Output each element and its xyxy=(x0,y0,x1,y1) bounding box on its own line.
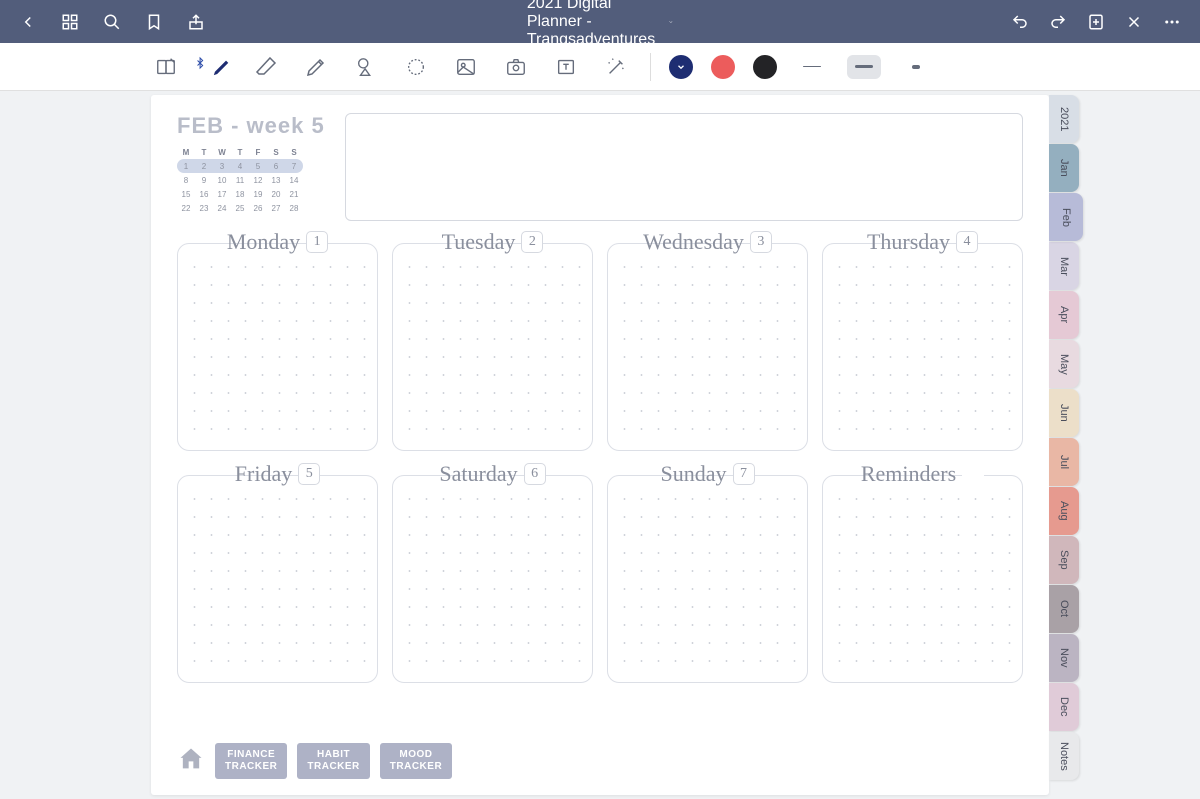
text-tool-icon[interactable] xyxy=(550,51,582,83)
tab-apr[interactable]: Apr xyxy=(1049,291,1079,339)
day-name: Thursday xyxy=(867,229,950,255)
undo-icon[interactable] xyxy=(1010,12,1030,32)
day-card-wednesday[interactable]: Wednesday 3 xyxy=(607,233,808,451)
day-card-saturday[interactable]: Saturday 6 xyxy=(392,465,593,683)
tab-jun[interactable]: Jun xyxy=(1049,389,1079,437)
day-card-thursday[interactable]: Thursday 4 xyxy=(822,233,1023,451)
planner-page: FEB - week 5 MTWTFSS12345678910111213141… xyxy=(151,95,1049,795)
document-title[interactable]: 2021 Digital Planner - Trangsadventures xyxy=(527,0,673,49)
mini-calendar[interactable]: MTWTFSS123456789101112131415161718192021… xyxy=(177,145,325,215)
line-dot[interactable] xyxy=(899,55,933,79)
camera-tool-icon[interactable] xyxy=(500,51,532,83)
home-icon[interactable] xyxy=(177,745,205,778)
side-tabs: 2021JanFebMarAprMayJunJulAugSepOctNovDec… xyxy=(1049,95,1077,781)
day-name: Tuesday xyxy=(442,229,516,255)
day-number: 2 xyxy=(521,231,543,253)
day-name: Reminders xyxy=(861,461,956,487)
day-name: Monday xyxy=(227,229,300,255)
tab-mar[interactable]: Mar xyxy=(1049,242,1079,290)
day-number: 5 xyxy=(298,463,320,485)
toolbar xyxy=(0,43,1200,91)
tab-dec[interactable]: Dec xyxy=(1049,683,1079,731)
tab-may[interactable]: May xyxy=(1049,340,1079,388)
redo-icon[interactable] xyxy=(1048,12,1068,32)
tab-jan[interactable]: Jan xyxy=(1049,144,1079,192)
read-mode-icon[interactable] xyxy=(150,51,182,83)
eraser-tool-icon[interactable] xyxy=(250,51,282,83)
color-blue[interactable] xyxy=(669,55,693,79)
day-number: 6 xyxy=(524,463,546,485)
color-black[interactable] xyxy=(753,55,777,79)
line-medium[interactable] xyxy=(847,55,881,79)
day-name: Saturday xyxy=(439,461,517,487)
day-card-tuesday[interactable]: Tuesday 2 xyxy=(392,233,593,451)
weekly-notes-box[interactable] xyxy=(345,113,1023,221)
search-icon[interactable] xyxy=(102,12,122,32)
tab-sep[interactable]: Sep xyxy=(1049,536,1079,584)
day-card-sunday[interactable]: Sunday 7 xyxy=(607,465,808,683)
wand-tool-icon[interactable] xyxy=(600,51,632,83)
tab-nov[interactable]: Nov xyxy=(1049,634,1079,682)
tracker-finance[interactable]: FINANCETRACKER xyxy=(215,743,287,779)
day-name: Sunday xyxy=(661,461,727,487)
image-tool-icon[interactable] xyxy=(450,51,482,83)
day-number: 4 xyxy=(956,231,978,253)
close-icon[interactable] xyxy=(1124,12,1144,32)
tab-oct[interactable]: Oct xyxy=(1049,585,1079,633)
tab-notes[interactable]: Notes xyxy=(1049,732,1079,780)
more-icon[interactable] xyxy=(1162,12,1182,32)
pen-tool-icon[interactable] xyxy=(200,51,232,83)
grid-icon[interactable] xyxy=(60,12,80,32)
day-number: 1 xyxy=(306,231,328,253)
week-title: FEB - week 5 xyxy=(177,113,325,139)
tab-feb[interactable]: Feb xyxy=(1049,193,1083,241)
tab-aug[interactable]: Aug xyxy=(1049,487,1079,535)
day-name: Friday xyxy=(235,461,292,487)
shapes-tool-icon[interactable] xyxy=(350,51,382,83)
bluetooth-icon xyxy=(194,55,206,71)
toolbar-separator xyxy=(650,53,651,81)
day-card-friday[interactable]: Friday 5 xyxy=(177,465,378,683)
tab-2021[interactable]: 2021 xyxy=(1049,95,1079,143)
day-card-monday[interactable]: Monday 1 xyxy=(177,233,378,451)
tracker-habit[interactable]: HABITTRACKER xyxy=(297,743,369,779)
back-icon[interactable] xyxy=(18,12,38,32)
lasso-tool-icon[interactable] xyxy=(400,51,432,83)
add-page-icon[interactable] xyxy=(1086,12,1106,32)
tab-jul[interactable]: Jul xyxy=(1049,438,1079,486)
highlighter-tool-icon[interactable] xyxy=(300,51,332,83)
day-number: 3 xyxy=(750,231,772,253)
line-thin[interactable] xyxy=(795,55,829,79)
tracker-mood[interactable]: MOODTRACKER xyxy=(380,743,452,779)
day-card-reminders[interactable]: Reminders xyxy=(822,465,1023,683)
color-red[interactable] xyxy=(711,55,735,79)
share-icon[interactable] xyxy=(186,12,206,32)
day-name: Wednesday xyxy=(643,229,744,255)
bookmark-icon[interactable] xyxy=(144,12,164,32)
title-bar: 2021 Digital Planner - Trangsadventures xyxy=(0,0,1200,43)
day-number: 7 xyxy=(733,463,755,485)
